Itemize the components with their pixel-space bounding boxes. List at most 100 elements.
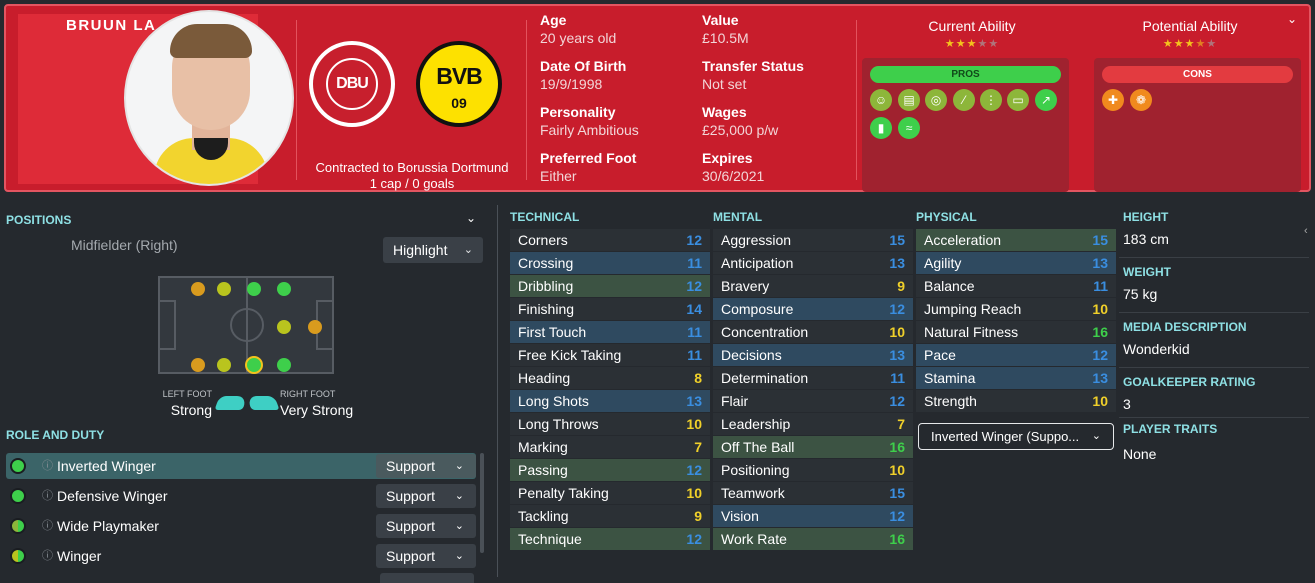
attribute-row-off-the-ball[interactable]: Off The Ball 16 (713, 436, 913, 458)
attribute-row-natural-fitness[interactable]: Natural Fitness 16 (916, 321, 1116, 343)
boot-icon[interactable]: ⁄ (953, 89, 975, 111)
position-pitch (158, 276, 334, 374)
attribute-row-decisions[interactable]: Decisions 13 (713, 344, 913, 366)
attribute-row-dribbling[interactable]: Dribbling 12 (510, 275, 710, 297)
attribute-row-passing[interactable]: Passing 12 (510, 459, 710, 481)
attribute-value: 10 (889, 324, 905, 340)
pitch-icon[interactable]: ▭ (1007, 89, 1029, 111)
duty-dropdown[interactable]: Support ⌄ (376, 514, 476, 538)
chevron-down-icon[interactable]: ⌄ (1287, 12, 1297, 26)
attribute-row-concentration[interactable]: Concentration 10 (713, 321, 913, 343)
attribute-row-flair[interactable]: Flair 12 (713, 390, 913, 412)
attribute-row-technique[interactable]: Technique 12 (510, 528, 710, 550)
duty-dropdown-partial[interactable] (380, 573, 474, 583)
star-icon: ★ (955, 38, 967, 50)
duty-dropdown[interactable]: Support ⌄ (376, 454, 476, 478)
attribute-row-penalty-taking[interactable]: Penalty Taking 10 (510, 482, 710, 504)
attribute-row-finishing[interactable]: Finishing 14 (510, 298, 710, 320)
attribute-row-balance[interactable]: Balance 11 (916, 275, 1116, 297)
header-divider (296, 20, 297, 180)
attribute-value: 10 (1092, 393, 1108, 409)
attribute-row-aggression[interactable]: Aggression 15 (713, 229, 913, 251)
chevron-down-icon[interactable]: ⌄ (466, 211, 476, 225)
star-icon: ★ (1206, 38, 1218, 50)
role-highlight-select[interactable]: Inverted Winger (Suppo... ⌄ (918, 423, 1114, 450)
info-value: Value £10.5M (702, 12, 749, 46)
info-icon: ⓘ (42, 490, 53, 502)
role-row-defensive-winger[interactable]: ⓘ Defensive Winger Support ⌄ (6, 483, 476, 509)
attribute-row-jumping-reach[interactable]: Jumping Reach 10 (916, 298, 1116, 320)
attribute-row-free-kick-taking[interactable]: Free Kick Taking 11 (510, 344, 710, 366)
position-text: Midfielder (Right) (71, 237, 178, 253)
attribute-row-heading[interactable]: Heading 8 (510, 367, 710, 389)
club-crest[interactable]: BVB 09 (416, 41, 502, 127)
attribute-name: Balance (924, 278, 975, 294)
attribute-row-agility[interactable]: Agility 13 (916, 252, 1116, 274)
attribute-row-acceleration[interactable]: Acceleration 15 (916, 229, 1116, 251)
mental-title: MENTAL (713, 210, 763, 224)
attribute-row-long-shots[interactable]: Long Shots 13 (510, 390, 710, 412)
chevron-left-icon[interactable]: ‹ (1304, 225, 1308, 237)
star-icon: ★ (977, 38, 989, 50)
paw-icon[interactable]: ❁ (1130, 89, 1152, 111)
attribute-name: Marking (518, 439, 568, 455)
attribute-row-pace[interactable]: Pace 12 (916, 344, 1116, 366)
attribute-row-tackling[interactable]: Tackling 9 (510, 505, 710, 527)
attribute-name: Determination (721, 370, 809, 386)
runner-icon[interactable]: ↗ (1035, 89, 1057, 111)
panel-divider (497, 205, 498, 577)
attribute-row-vision[interactable]: Vision 12 (713, 505, 913, 527)
attribute-name: Passing (518, 462, 568, 478)
attribute-name: Penalty Taking (518, 485, 609, 501)
attribute-name: Tackling (518, 508, 569, 524)
potential-ability: Potential Ability ★★★★★ (1110, 18, 1270, 50)
attribute-row-leadership[interactable]: Leadership 7 (713, 413, 913, 435)
highlight-dropdown[interactable]: Highlight ⌄ (383, 237, 483, 263)
duty-dropdown[interactable]: Support ⌄ (376, 484, 476, 508)
chevron-down-icon: ⌄ (1091, 430, 1101, 442)
attribute-value: 12 (889, 393, 905, 409)
player-header: BRUUN LA DBU BVB 09 Contracted to Boruss… (4, 4, 1311, 192)
attribute-value: 15 (889, 232, 905, 248)
info-personality: Personality Fairly Ambitious (540, 104, 639, 138)
role-row-winger[interactable]: ⓘ Winger Support ⌄ (6, 543, 476, 569)
position-dot (217, 358, 231, 372)
role-list-scrollbar[interactable] (480, 453, 484, 553)
attribute-row-positioning[interactable]: Positioning 10 (713, 459, 913, 481)
duty-dropdown[interactable]: Support ⌄ (376, 544, 476, 568)
attribute-value: 11 (1093, 278, 1108, 294)
attribute-row-work-rate[interactable]: Work Rate 16 (713, 528, 913, 550)
positions-title: POSITIONS (6, 213, 72, 227)
position-dot (247, 282, 261, 296)
attribute-row-teamwork[interactable]: Teamwork 15 (713, 482, 913, 504)
fuel-icon[interactable]: ▮ (870, 117, 892, 139)
pros-panel: PROS ☺ ▤ ◎ ⁄ ⋮ ▭ ↗ ▮ ≈ (862, 58, 1069, 192)
attribute-row-bravery[interactable]: Bravery 9 (713, 275, 913, 297)
attribute-row-determination[interactable]: Determination 11 (713, 367, 913, 389)
national-team-crest[interactable]: DBU (309, 41, 395, 127)
brain-icon[interactable]: ☺ (870, 89, 892, 111)
player-photo (124, 10, 294, 186)
chevron-down-icon: ⌄ (454, 520, 464, 532)
target-icon[interactable]: ◎ (925, 89, 947, 111)
attribute-row-strength[interactable]: Strength 10 (916, 390, 1116, 412)
shirt-icon[interactable]: ▤ (898, 89, 920, 111)
medical-cross-icon[interactable]: ✚ (1102, 89, 1124, 111)
role-row-wide-playmaker[interactable]: ⓘ Wide Playmaker Support ⌄ (6, 513, 476, 539)
handshake-icon[interactable]: ≈ (898, 117, 920, 139)
attribute-row-composure[interactable]: Composure 12 (713, 298, 913, 320)
chevron-down-icon: ⌄ (454, 460, 464, 472)
attribute-row-long-throws[interactable]: Long Throws 10 (510, 413, 710, 435)
attribute-row-marking[interactable]: Marking 7 (510, 436, 710, 458)
footprint-icon[interactable]: ⋮ (980, 89, 1002, 111)
attribute-row-stamina[interactable]: Stamina 13 (916, 367, 1116, 389)
attribute-name: Agility (924, 255, 962, 271)
attribute-row-crossing[interactable]: Crossing 11 (510, 252, 710, 274)
attribute-value: 13 (889, 255, 905, 271)
contract-club[interactable]: Contracted to Borussia Dortmund (302, 160, 522, 176)
attribute-row-first-touch[interactable]: First Touch 11 (510, 321, 710, 343)
attribute-value: 10 (686, 416, 702, 432)
role-row-inverted-winger[interactable]: ⓘ Inverted Winger Support ⌄ (6, 453, 476, 479)
attribute-row-anticipation[interactable]: Anticipation 13 (713, 252, 913, 274)
attribute-row-corners[interactable]: Corners 12 (510, 229, 710, 251)
